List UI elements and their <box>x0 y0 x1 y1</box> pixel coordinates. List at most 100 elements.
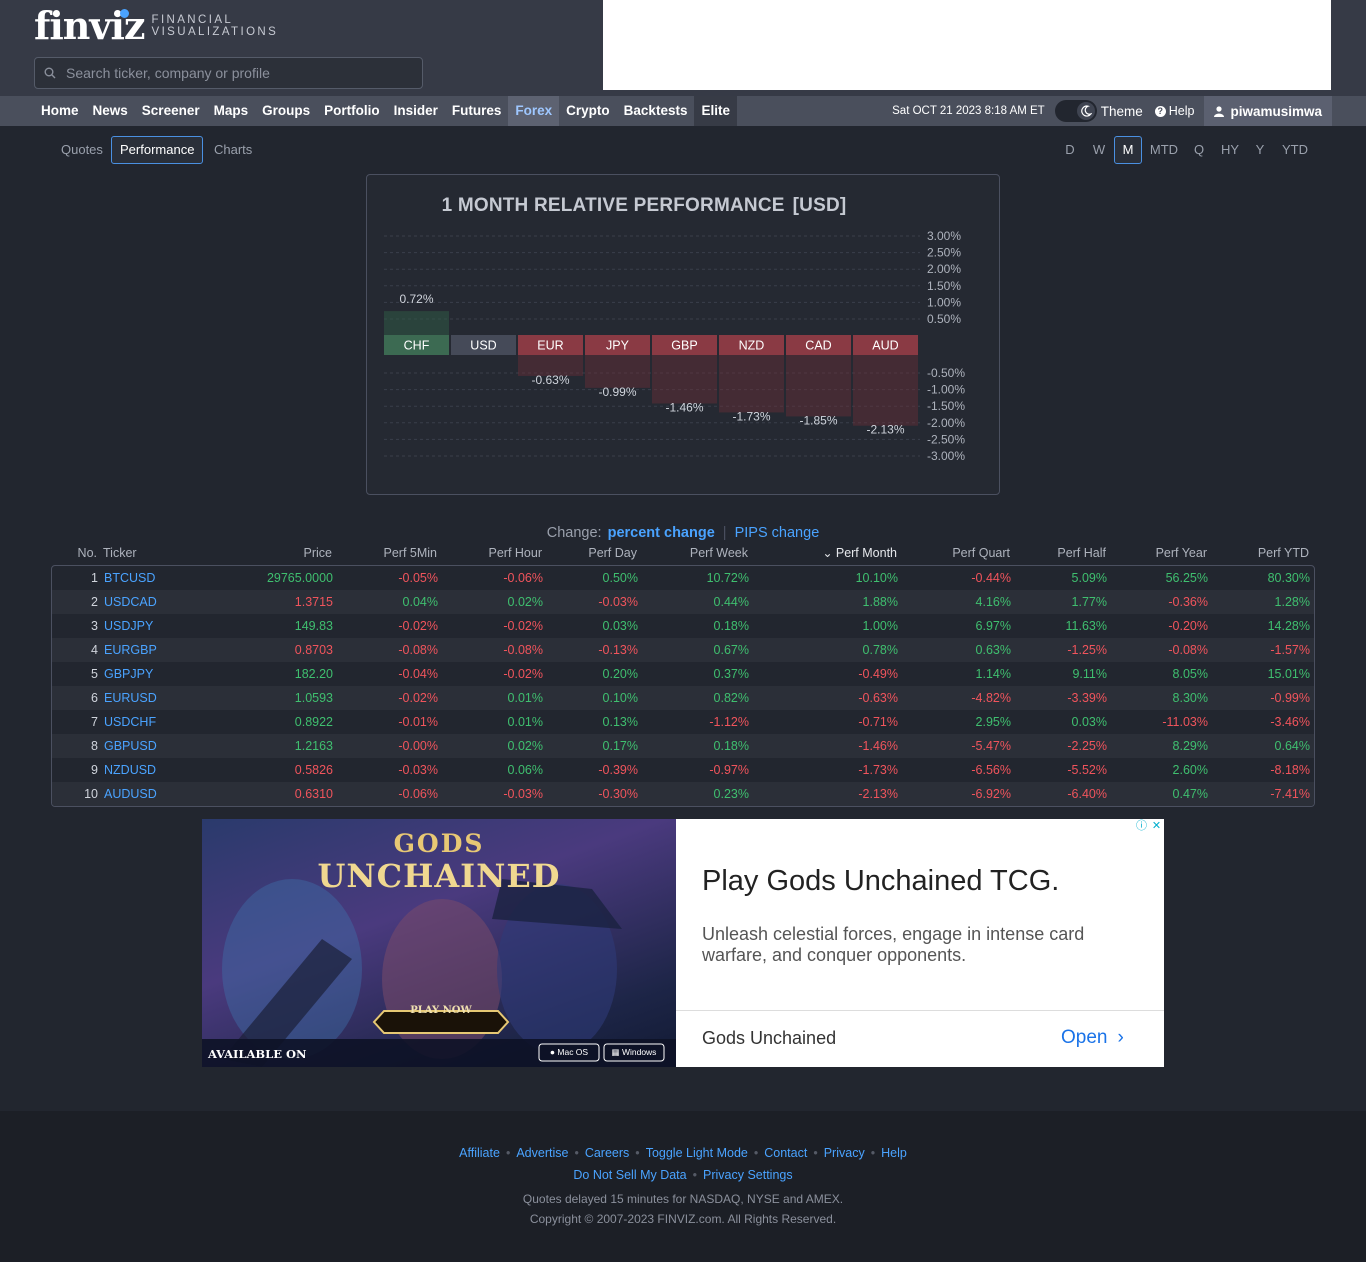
column-header-perf-day[interactable]: Perf Day <box>588 546 637 560</box>
theme-label[interactable]: Theme <box>1101 104 1143 119</box>
period-d[interactable]: D <box>1062 136 1078 164</box>
perf-cell: 5.09% <box>1071 571 1107 585</box>
nav-item-news[interactable]: News <box>86 96 135 126</box>
ticker-link[interactable]: USDCAD <box>104 595 157 609</box>
ad-platform-mac: ● Mac OS <box>539 1047 599 1057</box>
user-icon <box>1214 105 1225 117</box>
footer-link-toggle-light-mode[interactable]: Toggle Light Mode <box>646 1146 748 1160</box>
table-row[interactable]: 9 NZDUSD 0.5826 -0.03% 0.06% -0.39% -0.97% -1.7… <box>52 758 1314 782</box>
user-menu[interactable]: piwamusimwa <box>1204 96 1332 126</box>
nav-item-crypto[interactable]: Crypto <box>559 96 617 126</box>
pips-change-link[interactable]: PIPS change <box>735 525 820 541</box>
help-link[interactable]: ? Help <box>1154 104 1194 118</box>
ticker-link[interactable]: GBPJPY <box>104 667 153 681</box>
tab-quotes[interactable]: Quotes <box>52 136 112 164</box>
footer-link-advertise[interactable]: Advertise <box>516 1146 568 1160</box>
nav-item-groups[interactable]: Groups <box>255 96 317 126</box>
period-mtd[interactable]: MTD <box>1146 136 1182 164</box>
performance-chart: 1 MONTH RELATIVE PERFORMANCE [USD] 3.00% 2… <box>366 174 1000 495</box>
column-header-perf-half[interactable]: Perf Half <box>1057 546 1106 560</box>
search-box[interactable] <box>34 57 423 89</box>
column-header-perf-month[interactable]: ⌄ Perf Month <box>822 546 897 560</box>
period-m[interactable]: M <box>1114 136 1142 164</box>
perf-cell: 0.18% <box>713 619 749 633</box>
column-header-no[interactable]: No. <box>78 546 97 560</box>
ad-info-icon[interactable]: ⓘ <box>1134 819 1149 834</box>
table-row[interactable]: 6 EURUSD 1.0593 -0.02% 0.01% 0.10% 0.82% -0.63%… <box>52 686 1314 710</box>
column-header-perf-week[interactable]: Perf Week <box>690 546 748 560</box>
footer-link-contact[interactable]: Contact <box>764 1146 807 1160</box>
ad-description[interactable]: Unleash celestial forces, engage in inte… <box>702 924 1112 966</box>
ticker-link[interactable]: USDJPY <box>104 619 153 633</box>
ad-brand[interactable]: Gods Unchained <box>702 1028 836 1049</box>
ad-headline[interactable]: Play Gods Unchained TCG. <box>702 865 1059 898</box>
ticker-link[interactable]: USDCHF <box>104 715 156 729</box>
tab-performance[interactable]: Performance <box>111 136 204 164</box>
nav-item-elite[interactable]: Elite <box>694 96 737 126</box>
footer-link-privacy[interactable]: Privacy <box>824 1146 865 1160</box>
ticker-link[interactable]: BTCUSD <box>104 571 155 585</box>
perf-cell: -0.05% <box>398 571 438 585</box>
ad-play-now-button[interactable]: PLAY NOW <box>384 1005 498 1016</box>
perf-cell: 0.47% <box>1172 787 1208 801</box>
table-row[interactable]: 7 USDCHF 0.8922 -0.01% 0.01% 0.13% -1.12% -0.71… <box>52 710 1314 734</box>
column-header-perf-year[interactable]: Perf Year <box>1156 546 1207 560</box>
theme-toggle[interactable] <box>1054 100 1097 122</box>
ticker-link[interactable]: GBPUSD <box>104 739 157 753</box>
ad-close-icon[interactable]: ✕ <box>1149 819 1164 834</box>
nav-item-forex[interactable]: Forex <box>508 96 560 126</box>
table-row[interactable]: 10 AUDUSD 0.6310 -0.06% -0.03% -0.30% 0.23% -2.… <box>52 782 1314 806</box>
nav-item-screener[interactable]: Screener <box>135 96 207 126</box>
logo[interactable]: finviz FINANCIAL VISUALIZATIONS <box>34 7 278 45</box>
ad-image[interactable]: GODS UNCHAINED PLAY NOW AVAILABLE ON ● M… <box>202 819 676 1067</box>
period-q[interactable]: Q <box>1189 136 1209 164</box>
nav-item-futures[interactable]: Futures <box>445 96 509 126</box>
ad-banner[interactable]: GODS UNCHAINED PLAY NOW AVAILABLE ON ● M… <box>202 819 1164 1067</box>
username: piwamusimwa <box>1230 103 1322 119</box>
top-ad-banner[interactable] <box>603 0 1331 90</box>
price-cell: 29765.0000 <box>266 571 333 585</box>
perf-cell: -0.39% <box>598 763 638 777</box>
nav-item-backtests[interactable]: Backtests <box>617 96 695 126</box>
ticker-link[interactable]: EURGBP <box>104 643 157 657</box>
ticker-link[interactable]: EURUSD <box>104 691 157 705</box>
column-header-perf-ytd[interactable]: Perf YTD <box>1258 546 1309 560</box>
table-row[interactable]: 5 GBPJPY 182.20 -0.04% -0.02% 0.20% 0.37% -0.49… <box>52 662 1314 686</box>
column-header-ticker[interactable]: Ticker <box>103 546 137 560</box>
table-row[interactable]: 8 GBPUSD 1.2163 -0.00% 0.02% 0.17% 0.18% -1.46%… <box>52 734 1314 758</box>
table-row[interactable]: 4 EURGBP 0.8703 -0.08% -0.08% -0.13% 0.67% 0.78… <box>52 638 1314 662</box>
ad-open-button[interactable]: Open › <box>1061 1027 1124 1049</box>
nav-item-insider[interactable]: Insider <box>387 96 445 126</box>
footer-link-help[interactable]: Help <box>881 1146 907 1160</box>
period-w[interactable]: W <box>1088 136 1110 164</box>
nav-item-home[interactable]: Home <box>34 96 86 126</box>
price-cell: 1.0593 <box>294 691 333 705</box>
table-row[interactable]: 2 USDCAD 1.3715 0.04% 0.02% -0.03% 0.44% 1.88% 4… <box>52 590 1314 614</box>
footer-link-privacy-settings[interactable]: Privacy Settings <box>703 1168 793 1182</box>
ad-open-label: Open <box>1061 1027 1108 1048</box>
ticker-link[interactable]: NZDUSD <box>104 763 156 777</box>
nav-item-maps[interactable]: Maps <box>207 96 256 126</box>
percent-change-link[interactable]: percent change <box>608 525 715 541</box>
table-row[interactable]: 1 BTCUSD 29765.0000 -0.05% -0.06% 0.50% 10.72%… <box>52 566 1314 590</box>
footer-link-careers[interactable]: Careers <box>585 1146 629 1160</box>
column-header-price[interactable]: Price <box>304 546 332 560</box>
forex-table: 1 BTCUSD 29765.0000 -0.05% -0.06% 0.50% 10.72%… <box>51 565 1315 807</box>
footer-link-do-not-sell-my-data[interactable]: Do Not Sell My Data <box>573 1168 686 1182</box>
tab-charts[interactable]: Charts <box>205 136 261 164</box>
perf-cell: -0.03% <box>398 763 438 777</box>
ticker-link[interactable]: AUDUSD <box>104 787 157 801</box>
perf-cell: 0.17% <box>602 739 638 753</box>
column-header-perf-quart[interactable]: Perf Quart <box>952 546 1010 560</box>
nav-item-portfolio[interactable]: Portfolio <box>317 96 387 126</box>
column-header-label: Perf Hour <box>488 546 543 560</box>
footer-link-affiliate[interactable]: Affiliate <box>459 1146 500 1160</box>
period-y[interactable]: Y <box>1249 136 1271 164</box>
period-hy[interactable]: HY <box>1215 136 1245 164</box>
table-row[interactable]: 3 USDJPY 149.83 -0.02% -0.02% 0.03% 0.18% 1.00%… <box>52 614 1314 638</box>
column-header-perf-5min[interactable]: Perf 5Min <box>384 546 438 560</box>
search-input[interactable] <box>66 65 396 81</box>
column-header-perf-hour[interactable]: Perf Hour <box>489 546 543 560</box>
period-ytd[interactable]: YTD <box>1278 136 1312 164</box>
footer-links-row2: Do Not Sell My Data • Privacy Settings <box>0 1168 1366 1182</box>
